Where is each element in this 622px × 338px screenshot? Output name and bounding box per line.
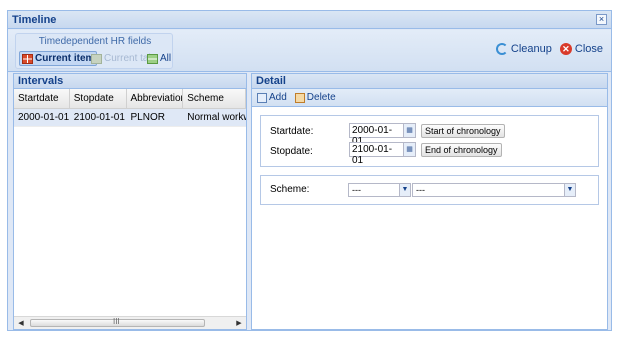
scroll-left-icon[interactable]: ◀ — [16, 319, 26, 327]
current-item-icon — [22, 53, 33, 64]
scroll-right-icon[interactable]: ▶ — [234, 319, 244, 327]
startdate-value: 2000-01-01 — [352, 125, 393, 147]
stopdate-field[interactable]: 2100-01-01 ▦ — [349, 142, 416, 166]
horizontal-scrollbar[interactable]: ◀ III ▶ — [14, 316, 246, 329]
toolbar-actions: Cleanup ✕ Close — [495, 43, 603, 55]
add-button[interactable]: Add — [257, 92, 287, 103]
window-header: Timeline × — [8, 11, 611, 29]
scheme-label: Scheme: — [270, 184, 310, 195]
intervals-title: Intervals — [14, 74, 246, 89]
close-circle-icon: ✕ — [559, 43, 572, 55]
delete-label: Delete — [306, 92, 336, 103]
close-label: Close — [574, 43, 603, 55]
delete-button[interactable]: Delete — [294, 92, 336, 103]
intervals-grid-header: Startdate Stopdate Abbreviation Scheme — [14, 89, 246, 109]
current-item-button[interactable]: Current item — [19, 51, 98, 66]
close-button[interactable]: ✕ Close — [559, 43, 603, 55]
intervals-panel: Intervals Startdate Stopdate Abbreviatio… — [13, 73, 247, 330]
cell-abbreviation: PLNOR — [130, 112, 165, 123]
timeline-window: Timeline × Timedependent HR fields Curre… — [7, 10, 612, 331]
cleanup-label: Cleanup — [510, 43, 552, 55]
end-of-chronology-button[interactable]: End of chronology — [421, 143, 502, 157]
scheme-fieldset: Scheme: --- ▼ --- ▼ — [260, 175, 599, 205]
startdate-label: Startdate: — [270, 126, 314, 137]
scheme-select-2[interactable]: --- ▼ — [412, 183, 576, 197]
column-header-stopdate[interactable]: Stopdate — [70, 89, 127, 108]
calendar-icon[interactable]: ▦ — [403, 124, 415, 137]
column-header-startdate[interactable]: Startdate — [14, 89, 70, 108]
detail-toolbar: Add Delete — [252, 89, 607, 107]
scrollbar-thumb[interactable]: III — [30, 317, 205, 327]
all-label: All — [160, 53, 172, 64]
add-icon — [257, 92, 267, 103]
group-title: Timedependent HR fields — [38, 36, 152, 47]
dates-fieldset: Startdate: 2000-01-01 ▦ Start of chronol… — [260, 115, 599, 167]
refresh-icon — [495, 43, 508, 55]
hr-fields-group: Timedependent HR fields Current item Cur… — [15, 33, 173, 69]
cell-startdate: 2000-01-01 — [18, 112, 70, 123]
scheme-select-1-value: --- — [352, 185, 361, 195]
all-button[interactable]: All — [145, 51, 173, 66]
column-header-scheme[interactable]: Scheme — [183, 89, 246, 108]
scheme-select-2-value: --- — [416, 185, 425, 195]
window-title: Timeline — [12, 14, 57, 26]
add-label: Add — [269, 92, 287, 103]
detail-title: Detail — [252, 74, 607, 89]
cell-stopdate: 2100-01-01 — [73, 112, 125, 123]
current-tab-icon — [91, 53, 102, 64]
scroll-grip: III — [113, 317, 120, 326]
chevron-down-icon[interactable]: ▼ — [399, 184, 410, 196]
column-header-abbreviation[interactable]: Abbreviation — [127, 89, 184, 108]
top-toolbar: Timedependent HR fields Current item Cur… — [8, 30, 611, 72]
detail-panel: Detail Add Delete Startdate: 2000-01-01 … — [251, 73, 608, 330]
table-row[interactable]: 2000-01-01 2100-01-01 PLNOR Normal workw… — [14, 109, 246, 127]
calendar-icon[interactable]: ▦ — [403, 143, 415, 156]
delete-icon — [294, 92, 305, 103]
current-item-label: Current item — [35, 53, 95, 64]
stopdate-value: 2100-01-01 — [352, 144, 393, 166]
chevron-down-icon[interactable]: ▼ — [564, 184, 575, 196]
all-icon — [147, 53, 158, 64]
cleanup-button[interactable]: Cleanup — [495, 43, 552, 55]
cell-scheme: Normal workwe — [187, 112, 246, 123]
start-of-chronology-button[interactable]: Start of chronology — [421, 124, 505, 138]
startdate-field[interactable]: 2000-01-01 ▦ — [349, 123, 416, 147]
close-icon[interactable]: × — [596, 14, 607, 25]
scheme-select-1[interactable]: --- ▼ — [348, 183, 411, 197]
stopdate-label: Stopdate: — [270, 146, 313, 157]
